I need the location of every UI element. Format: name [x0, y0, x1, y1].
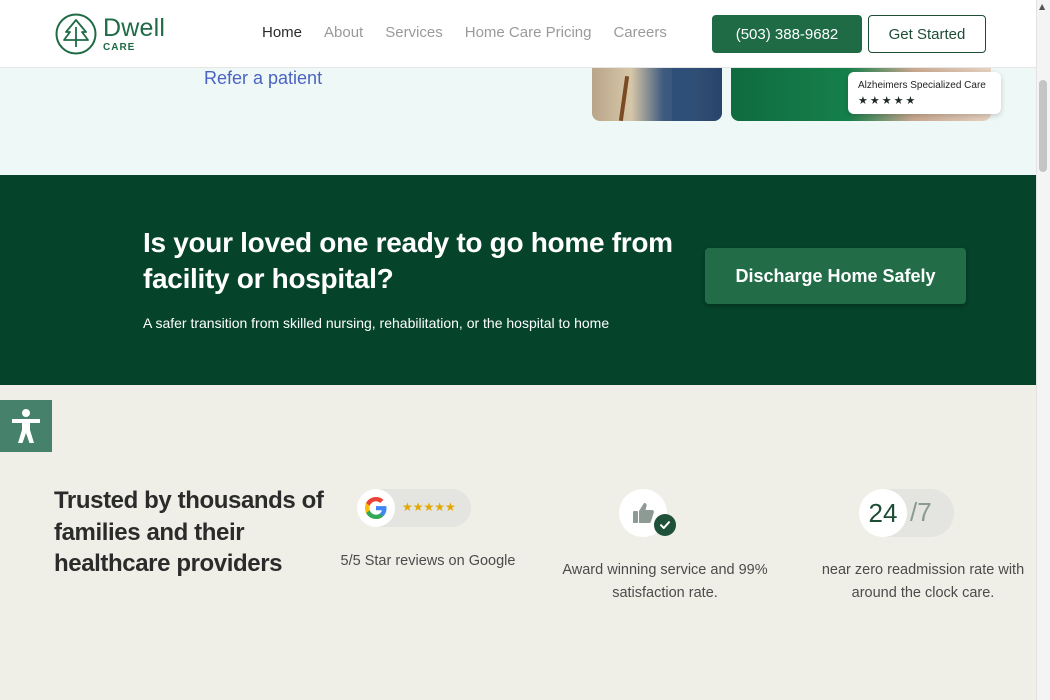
logo-subtitle: CARE: [103, 41, 136, 53]
cta-subtext: A safer transition from skilled nursing,…: [143, 315, 610, 331]
scroll-up-arrow-icon[interactable]: ▲: [1039, 2, 1045, 11]
rating-card-title: Alzheimers Specialized Care: [858, 80, 986, 91]
nav-home-care-pricing[interactable]: Home Care Pricing: [465, 24, 592, 41]
refer-patient-link[interactable]: Refer a patient: [204, 68, 322, 89]
nav-services[interactable]: Services: [385, 24, 443, 41]
rating-stars: ★★★★★: [858, 94, 918, 107]
availability-number: 24: [859, 489, 907, 537]
cta-heading: Is your loved one ready to go home from …: [143, 227, 673, 294]
trust-heading: Trusted by thousands of families and the…: [54, 487, 324, 577]
availability-suffix: /7: [910, 497, 932, 527]
google-reviews-text: 5/5 Star reviews on Google: [340, 553, 516, 569]
caregiver-walking-photo: [592, 68, 722, 121]
accessibility-icon: [12, 409, 40, 443]
thumbs-up-icon: [633, 503, 654, 523]
nav-home[interactable]: Home: [262, 24, 302, 41]
main-nav: Home About Services Home Care Pricing Ca…: [262, 24, 689, 41]
check-icon: [660, 521, 670, 529]
google-stars: ★★★★★: [402, 500, 456, 514]
google-icon: [365, 497, 387, 519]
phone-button[interactable]: (503) 388-9682: [712, 15, 862, 53]
logo-name: Dwell: [103, 13, 166, 42]
rating-card: Alzheimers Specialized Care ★★★★★: [848, 72, 1001, 114]
tree-logo-icon: [55, 13, 97, 55]
discharge-home-safely-button[interactable]: Discharge Home Safely: [705, 248, 966, 304]
availability-text: near zero readmission rate with around t…: [821, 562, 1025, 601]
site-header: Dwell CARE Home About Services Home Care…: [0, 0, 1036, 68]
discharge-cta-band: Is your loved one ready to go home from …: [0, 175, 1036, 385]
accessibility-button[interactable]: [0, 400, 52, 452]
scrollbar-thumb[interactable]: [1039, 80, 1047, 172]
nav-about[interactable]: About: [324, 24, 363, 41]
google-logo-circle: [357, 489, 395, 527]
logo[interactable]: Dwell CARE: [55, 12, 165, 56]
get-started-button[interactable]: Get Started: [868, 15, 986, 53]
caregiver-leg-shape: [672, 68, 694, 121]
cane-shape: [618, 75, 630, 121]
award-text: Award winning service and 99% satisfacti…: [562, 562, 768, 601]
nav-careers[interactable]: Careers: [613, 24, 666, 41]
check-badge: [654, 514, 676, 536]
